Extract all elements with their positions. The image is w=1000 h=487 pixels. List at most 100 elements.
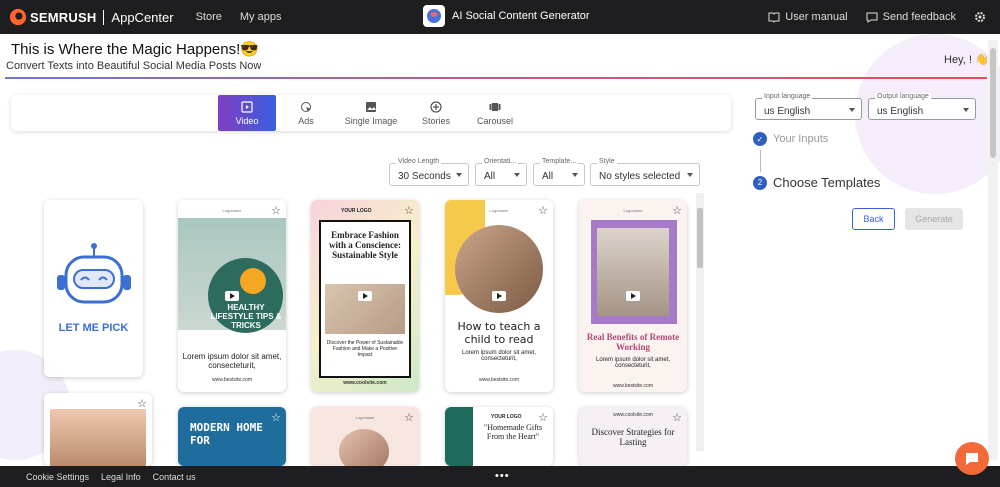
templates-scrollbar-thumb[interactable]: [697, 208, 703, 268]
template-value: All: [542, 171, 554, 182]
generate-button[interactable]: Generate: [905, 208, 963, 230]
template-label: Template...: [540, 158, 579, 165]
page-scrollbar-thumb[interactable]: [990, 48, 996, 158]
template-card[interactable]: Logoname ☆ Real Benefits of Remote Worki…: [579, 200, 687, 392]
decor-strip: [445, 407, 473, 466]
template-url: www.coolsite.com: [343, 380, 387, 386]
user-manual-label: User manual: [785, 11, 848, 23]
template-card[interactable]: Logoname ☆: [311, 407, 419, 466]
template-body: Lorem ipsum dolor sit amet, consecteturi…: [182, 352, 282, 370]
user-manual-link[interactable]: User manual: [768, 11, 848, 23]
logo-placeholder: Logoname: [489, 208, 509, 213]
star-icon[interactable]: ☆: [672, 411, 682, 424]
play-icon: [492, 291, 506, 301]
tab-stories[interactable]: Stories: [411, 95, 461, 131]
template-title: Discover Strategies for Lasting: [591, 427, 675, 447]
star-icon[interactable]: ☆: [538, 204, 548, 217]
video-icon: [241, 100, 253, 113]
star-icon[interactable]: ☆: [404, 204, 414, 217]
semrush-flame-icon: [9, 8, 27, 26]
page-scrollbar[interactable]: [988, 40, 998, 460]
appcenter-label: AppCenter: [111, 9, 174, 25]
template-card[interactable]: ☆: [44, 393, 152, 466]
book-icon: [768, 12, 780, 23]
video-length-value: 30 Seconds: [398, 171, 451, 182]
gear-icon[interactable]: [974, 11, 986, 23]
your-logo: YOUR LOGO: [341, 208, 372, 214]
template-select[interactable]: Template... All: [533, 158, 585, 186]
send-feedback-link[interactable]: Send feedback: [866, 11, 956, 23]
chat-widget-button[interactable]: [955, 442, 989, 475]
brand-name: SEMRUSH: [30, 9, 97, 25]
more-options-icon[interactable]: •••: [495, 470, 510, 482]
template-url: www.coolsite.com: [613, 412, 653, 418]
tab-video[interactable]: Video: [218, 95, 276, 131]
let-me-pick-card[interactable]: LET ME PICK: [44, 200, 143, 377]
semrush-logo[interactable]: SEMRUSH AppCenter: [9, 8, 174, 26]
template-title: MODERN HOME FOR: [190, 421, 263, 447]
templates-scrollbar[interactable]: [696, 193, 704, 451]
tab-label: Video: [235, 115, 259, 126]
star-icon[interactable]: ☆: [271, 204, 281, 217]
template-card[interactable]: YOUR LOGO ☆ "Homemade Gifts From the Hea…: [445, 407, 553, 466]
user-greeting: Hey, ! 👋: [944, 54, 989, 66]
nav-store-link[interactable]: Store: [196, 11, 222, 23]
back-button[interactable]: Back: [852, 208, 895, 230]
orientation-label: Orientati...: [482, 158, 519, 165]
chevron-down-icon: [849, 108, 855, 112]
tab-label: Stories: [421, 115, 450, 126]
contact-us-link[interactable]: Contact us: [153, 472, 196, 482]
input-language-select[interactable]: Input language us English: [755, 93, 862, 120]
template-photo: [339, 429, 389, 466]
template-title: "Homemade Gifts From the Heart": [483, 423, 543, 441]
template-card[interactable]: Logoname ☆ How to teach a child to read …: [445, 200, 553, 392]
chat-icon: [966, 453, 978, 465]
template-photo: [50, 409, 146, 466]
video-length-label: Video Length: [396, 158, 442, 165]
template-title: Embrace Fashion with a Conscience: Susta…: [329, 230, 401, 260]
chat-bubble-icon: [866, 12, 878, 23]
checkmark-icon: ✓: [753, 132, 767, 146]
template-url: www.bestsite.com: [211, 377, 252, 383]
output-language-value: us English: [877, 106, 924, 117]
logo-placeholder: Logoname: [623, 208, 643, 213]
app-logo-icon: [423, 5, 445, 27]
let-me-pick-label: LET ME PICK: [58, 322, 129, 334]
template-body: Lorem ipsum dolor sit amet, consecteturi…: [461, 350, 537, 362]
template-body: Lorem ipsum dolor sit amet, consecteturi…: [595, 357, 671, 369]
logo-placeholder: Logoname: [355, 415, 375, 420]
template-badge: HEALTHY LIFESTYLE TIPS & TRICKS: [210, 303, 282, 330]
template-title: How to teach a child to read: [457, 320, 541, 346]
template-card[interactable]: YOUR LOGO ☆ Embrace Fashion with a Consc…: [311, 200, 419, 392]
tab-ads[interactable]: Ads: [281, 95, 331, 131]
step-number: 2: [753, 175, 767, 190]
plus-circle-icon: [430, 100, 442, 113]
chevron-down-icon: [456, 173, 462, 177]
nav-my-apps-link[interactable]: My apps: [240, 11, 282, 23]
template-card[interactable]: Logoname ☆ HEALTHY LIFESTYLE TIPS & TRIC…: [178, 200, 286, 392]
chevron-down-icon: [687, 173, 693, 177]
star-icon[interactable]: ☆: [672, 204, 682, 217]
template-card[interactable]: www.coolsite.com ☆ Discover Strategies f…: [579, 407, 687, 466]
output-language-select[interactable]: Output language us English: [868, 93, 976, 120]
step-label: Choose Templates: [773, 175, 881, 190]
star-icon[interactable]: ☆: [404, 411, 414, 424]
style-select[interactable]: Style No styles selected: [590, 158, 700, 186]
chevron-down-icon: [514, 173, 520, 177]
tab-label: Carousel: [476, 115, 514, 126]
video-length-select[interactable]: Video Length 30 Seconds: [389, 158, 469, 186]
top-navigation-bar: SEMRUSH AppCenter Store My apps AI Socia…: [0, 0, 1000, 34]
play-icon: [626, 291, 640, 301]
step-your-inputs[interactable]: ✓ Your Inputs: [753, 132, 828, 146]
tab-single-image[interactable]: Single Image: [336, 95, 406, 131]
tab-label: Single Image: [344, 115, 398, 126]
send-feedback-label: Send feedback: [882, 11, 956, 23]
decor-circle: [240, 268, 266, 294]
template-card[interactable]: ☆ MODERN HOME FOR: [178, 407, 286, 466]
legal-info-link[interactable]: Legal Info: [101, 472, 141, 482]
tab-carousel[interactable]: Carousel: [471, 95, 519, 131]
cookie-settings-link[interactable]: Cookie Settings: [26, 472, 89, 482]
orientation-select[interactable]: Orientati... All: [475, 158, 527, 186]
page-headline: This is Where the Magic Happens!😎: [11, 41, 259, 58]
carousel-icon: [489, 102, 501, 111]
